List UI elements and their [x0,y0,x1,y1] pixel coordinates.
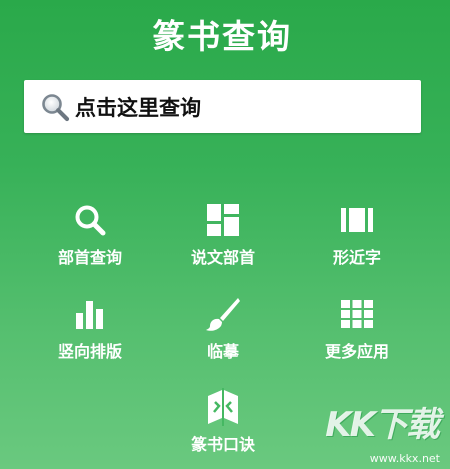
columns-icon [337,200,377,240]
watermark-url: www.kkx.net [369,452,440,465]
grid-blocks-icon [203,200,243,240]
tile-vertical-layout[interactable]: 竖向排版 [30,294,150,374]
watermark-logo: KK下载 [325,405,440,445]
tile-label: 更多应用 [324,342,389,361]
magnifier-icon [70,200,110,240]
tile-similar-characters[interactable]: 形近字 [297,200,417,280]
book-icon [203,387,243,427]
brush-icon [203,294,243,334]
tile-label: 篆书口诀 [190,435,255,454]
watermark: KK下载 www.kkx.net [312,397,442,465]
vertical-bars-icon [70,294,110,334]
tile-seal-script-mnemonics[interactable]: 篆书口诀 [163,387,283,467]
tile-label: 临摹 [206,342,239,361]
search-icon [39,91,71,123]
tile-label: 部首查询 [57,248,122,267]
search-bar[interactable]: 点击这里查询 [24,80,421,133]
tile-label: 说文部首 [190,248,255,267]
tile-copy-practice[interactable]: 临摹 [163,294,283,374]
tile-more-apps[interactable]: 更多应用 [297,294,417,374]
search-input[interactable]: 点击这里查询 [75,92,201,122]
apps-grid-icon [337,294,377,334]
tile-shuowen-radicals[interactable]: 说文部首 [163,200,283,280]
tile-label: 形近字 [332,248,381,267]
page-title: 篆书查询 [152,17,292,56]
tile-label: 竖向排版 [57,342,122,361]
tile-radical-search[interactable]: 部首查询 [30,200,150,280]
